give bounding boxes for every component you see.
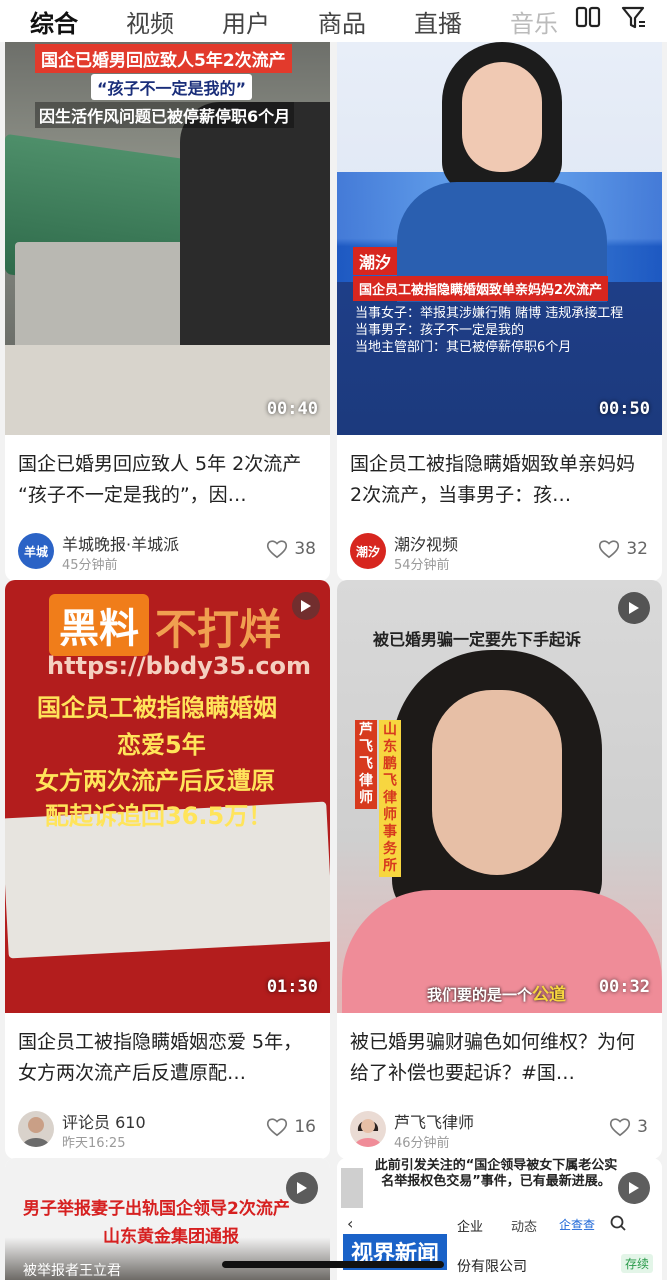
tab-music[interactable]: 音乐 bbox=[510, 4, 558, 39]
tab-all[interactable]: 综合 bbox=[30, 4, 78, 39]
watermark-box: 黑料 bbox=[49, 594, 149, 656]
video-title[interactable]: 国企员工被指隐瞒婚姻恋爱 5年，女方两次流产后反遭原配… bbox=[5, 1013, 330, 1103]
avatar[interactable]: 潮汐 bbox=[350, 533, 386, 569]
video-card[interactable]: 被已婚男骗一定要先下手起诉 芦飞飞律师 山东鹏飞律师事务所 我们要的是一个公道 … bbox=[337, 580, 662, 1159]
anchor-face bbox=[462, 62, 542, 172]
person-avatar-icon bbox=[22, 1117, 50, 1147]
play-icon bbox=[297, 1182, 307, 1194]
like-count: 38 bbox=[294, 539, 316, 559]
post-time: 昨天16:25 bbox=[62, 1136, 126, 1151]
video-duration: 00:32 bbox=[598, 977, 650, 997]
video-thumbnail[interactable]: 被已婚男骗一定要先下手起诉 芦飞飞律师 山东鹏飞律师事务所 我们要的是一个公道 … bbox=[337, 580, 662, 1013]
avatar[interactable] bbox=[350, 1111, 386, 1147]
like-button[interactable]: 16 bbox=[266, 1117, 316, 1137]
play-button[interactable] bbox=[618, 1172, 650, 1204]
overlay-top: 被已婚男骗一定要先下手起诉 bbox=[373, 630, 582, 649]
video-card[interactable]: 国企已婚男回应致人5年2次流产 “孩子不一定是我的” 因生活作风问题已被停薪停职… bbox=[5, 42, 330, 581]
video-duration: 01:30 bbox=[266, 977, 318, 997]
watermark-url: https://bbdy35.com bbox=[47, 652, 312, 680]
avatar[interactable] bbox=[18, 1111, 54, 1147]
overlay-line-4: 配起诉追回36.5万！ bbox=[45, 802, 273, 830]
subtitle-highlight: 公道 bbox=[532, 985, 567, 1005]
floor bbox=[5, 345, 330, 435]
author-name[interactable]: 羊城晚报·羊城派 bbox=[62, 531, 179, 555]
like-button[interactable]: 38 bbox=[266, 539, 316, 559]
like-count: 3 bbox=[637, 1117, 648, 1137]
post-time: 54分钟前 bbox=[394, 558, 450, 573]
play-icon bbox=[629, 602, 639, 614]
person-figure bbox=[180, 102, 330, 382]
play-button[interactable] bbox=[618, 592, 650, 624]
person-avatar-icon bbox=[354, 1119, 382, 1147]
overlay-line-1: 国企已婚男回应致人5年2次流产 bbox=[35, 44, 292, 73]
card-meta: 羊城 羊城晚报·羊城派 45分钟前 38 bbox=[5, 525, 330, 581]
watermark-text: 不打烊 bbox=[155, 605, 282, 654]
video-thumbnail[interactable]: 国企已婚男回应致人5年2次流产 “孩子不一定是我的” 因生活作风问题已被停薪停职… bbox=[5, 42, 330, 435]
video-thumbnail[interactable]: 潮汐 国企员工被指隐瞒婚姻致单亲妈妈2次流产 当事女子：举报其涉嫌行贿 赌博 违… bbox=[337, 42, 662, 435]
grid-layout-icon[interactable] bbox=[575, 6, 601, 36]
heart-icon bbox=[610, 1118, 631, 1137]
avatar[interactable]: 羊城 bbox=[18, 533, 54, 569]
card-meta: 潮汐 潮汐视频 54分钟前 32 bbox=[337, 525, 662, 581]
woman-face bbox=[432, 690, 562, 875]
overlay-line-2: “孩子不一定是我的” bbox=[91, 74, 253, 100]
search-icon[interactable] bbox=[609, 1214, 627, 1232]
tab-dynamics[interactable]: 动态 bbox=[511, 1216, 537, 1235]
headline-text: 此前引发关注的“国企领导被女下属老公实名举报权色交易”事件，已有最新进展。 bbox=[374, 1158, 618, 1189]
news-line-3: 当地主管部门：其已被停薪停职6个月 bbox=[355, 340, 572, 355]
like-count: 16 bbox=[294, 1117, 316, 1137]
like-button[interactable]: 3 bbox=[609, 1117, 648, 1137]
search-result-tabs: 综合 视频 用户 商品 直播 音乐 bbox=[0, 0, 667, 42]
blurred-avatar bbox=[341, 1168, 363, 1208]
status-badge: 存续 bbox=[621, 1254, 654, 1273]
firm-label: 芦飞飞律师 bbox=[355, 720, 377, 809]
channel-logo: 潮汐 bbox=[353, 247, 398, 275]
video-title[interactable]: 被已婚男骗财骗色如何维权？为何给了补偿也要起诉？#国… bbox=[337, 1013, 662, 1103]
heart-icon bbox=[267, 1118, 288, 1137]
like-count: 32 bbox=[626, 539, 648, 559]
filter-icon[interactable] bbox=[621, 5, 647, 37]
tab-live[interactable]: 直播 bbox=[414, 4, 462, 39]
overlay-line-3: 女方两次流产后反遭原 bbox=[35, 767, 275, 795]
play-button[interactable] bbox=[292, 592, 320, 620]
video-title[interactable]: 国企员工被指隐瞒婚姻致单亲妈妈 2次流产，当事男子：孩… bbox=[337, 435, 662, 525]
overlay-line-3: 被举报者王立君 bbox=[23, 1263, 121, 1279]
tab-enterprise[interactable]: 企业 bbox=[457, 1216, 483, 1235]
overlay-line-3: 因生活作风问题已被停薪停职6个月 bbox=[35, 102, 295, 128]
card-meta: 芦飞飞律师 46分钟前 3 bbox=[337, 1103, 662, 1159]
author-name[interactable]: 潮汐视频 bbox=[394, 531, 458, 555]
overlay-line-1: 国企员工被指隐瞒婚姻 bbox=[37, 694, 277, 722]
news-banner: 国企员工被指隐瞒婚姻致单亲妈妈2次流产 bbox=[353, 276, 609, 301]
tab-users[interactable]: 用户 bbox=[222, 4, 270, 39]
firm-name: 山东鹏飞律师事务所 bbox=[379, 720, 401, 877]
play-icon bbox=[629, 1182, 639, 1194]
overlay-line-1: 男子举报妻子出轨国企领导2次流产 bbox=[23, 1199, 290, 1219]
post-time: 46分钟前 bbox=[394, 1136, 450, 1151]
video-duration: 00:50 bbox=[598, 399, 650, 419]
heart-icon bbox=[599, 540, 620, 559]
play-icon bbox=[301, 600, 311, 612]
video-card[interactable]: 黑料 不打烊 https://bbdy35.com 国企员工被指隐瞒婚姻 恋爱5… bbox=[5, 580, 330, 1159]
like-button[interactable]: 32 bbox=[598, 539, 648, 559]
play-button[interactable] bbox=[286, 1172, 318, 1204]
back-arrow-icon[interactable]: ‹ bbox=[347, 1214, 353, 1233]
tab-products[interactable]: 商品 bbox=[318, 4, 366, 39]
video-thumbnail[interactable]: 黑料 不打烊 https://bbdy35.com 国企员工被指隐瞒婚姻 恋爱5… bbox=[5, 580, 330, 1013]
post-time: 45分钟前 bbox=[62, 558, 118, 573]
card-meta: 评论员 610 昨天16:25 16 bbox=[5, 1103, 330, 1159]
video-duration: 00:40 bbox=[266, 399, 318, 419]
company-name: 份有限公司 bbox=[457, 1259, 527, 1275]
tab-video[interactable]: 视频 bbox=[126, 4, 174, 39]
home-indicator[interactable] bbox=[222, 1261, 444, 1268]
heart-icon bbox=[267, 540, 288, 559]
tab-qichacha[interactable]: 企查查 bbox=[559, 1216, 595, 1233]
overlay-line-2: 山东黄金集团通报 bbox=[103, 1227, 239, 1247]
video-title[interactable]: 国企已婚男回应致人 5年 2次流产 “孩子不一定是我的”，因… bbox=[5, 435, 330, 525]
video-card[interactable]: 潮汐 国企员工被指隐瞒婚姻致单亲妈妈2次流产 当事女子：举报其涉嫌行贿 赌博 违… bbox=[337, 42, 662, 581]
author-name[interactable]: 评论员 610 bbox=[62, 1109, 146, 1133]
overlay-line-2: 恋爱5年 bbox=[117, 731, 206, 759]
subtitle: 我们要的是一个公道 bbox=[427, 980, 566, 1005]
subtitle-text: 我们要的是一个 bbox=[427, 986, 533, 1004]
author-name[interactable]: 芦飞飞律师 bbox=[394, 1109, 474, 1133]
